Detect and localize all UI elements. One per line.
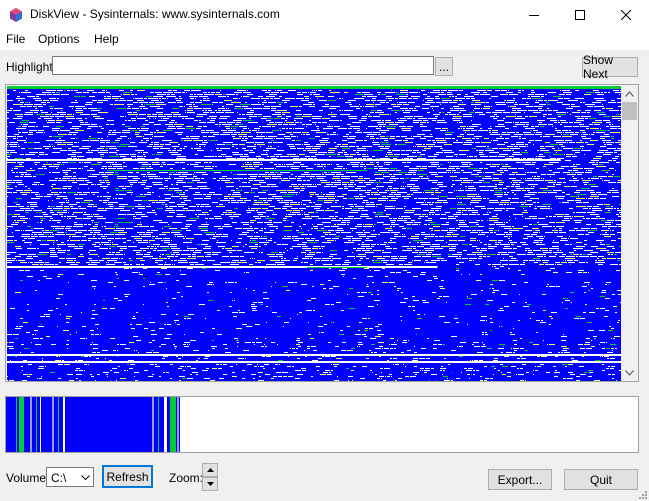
vertical-scrollbar[interactable] — [621, 85, 638, 381]
close-button[interactable] — [603, 0, 649, 30]
scroll-down-button[interactable] — [621, 364, 638, 381]
refresh-button[interactable]: Refresh — [102, 465, 153, 488]
spin-down-icon — [206, 482, 214, 486]
browse-button[interactable]: ... — [435, 57, 453, 76]
disk-map-panel — [5, 84, 639, 382]
minimize-button[interactable] — [511, 0, 557, 30]
zoom-out-button[interactable] — [202, 477, 218, 491]
show-next-button[interactable]: Show Next — [582, 53, 638, 81]
menu-file[interactable]: File — [6, 32, 25, 46]
cluster-map-graphic — [7, 86, 622, 381]
volume-value: C:\ — [51, 471, 67, 485]
menu-options[interactable]: Options — [38, 32, 79, 46]
menu-help[interactable]: Help — [94, 32, 119, 46]
minimize-icon — [529, 15, 539, 16]
scroll-up-icon — [625, 90, 634, 97]
scroll-up-button[interactable] — [621, 85, 638, 102]
window-title: DiskView - Sysinternals: www.sysinternal… — [30, 7, 280, 21]
highlight-input[interactable] — [52, 56, 434, 75]
volume-label: Volume: — [6, 471, 50, 485]
export-button[interactable]: Export... — [488, 469, 552, 490]
dropdown-arrow-icon — [80, 474, 90, 480]
disk-cluster-map[interactable] — [7, 86, 622, 381]
title-bar: DiskView - Sysinternals: www.sysinternal… — [0, 0, 649, 30]
volume-select[interactable]: C:\ — [46, 467, 94, 487]
zoom-in-button[interactable] — [202, 463, 218, 477]
overview-bars — [6, 397, 638, 452]
zoom-label: Zoom: — [169, 471, 204, 485]
overview-graphic — [6, 397, 638, 452]
highlight-label: Highlight: — [6, 60, 57, 74]
menu-bar: File Options Help — [0, 30, 649, 50]
diskview-app-icon — [10, 8, 22, 22]
close-icon — [621, 10, 631, 20]
maximize-icon — [575, 10, 585, 20]
quit-button[interactable]: Quit — [564, 469, 638, 490]
size-grip-icon — [639, 491, 647, 499]
spin-up-icon — [206, 468, 214, 472]
maximize-button[interactable] — [557, 0, 603, 30]
scroll-thumb[interactable] — [622, 102, 637, 120]
scroll-down-icon — [625, 369, 634, 376]
disk-overview-strip[interactable] — [5, 396, 639, 453]
volume-dropdown-button[interactable] — [77, 468, 93, 486]
